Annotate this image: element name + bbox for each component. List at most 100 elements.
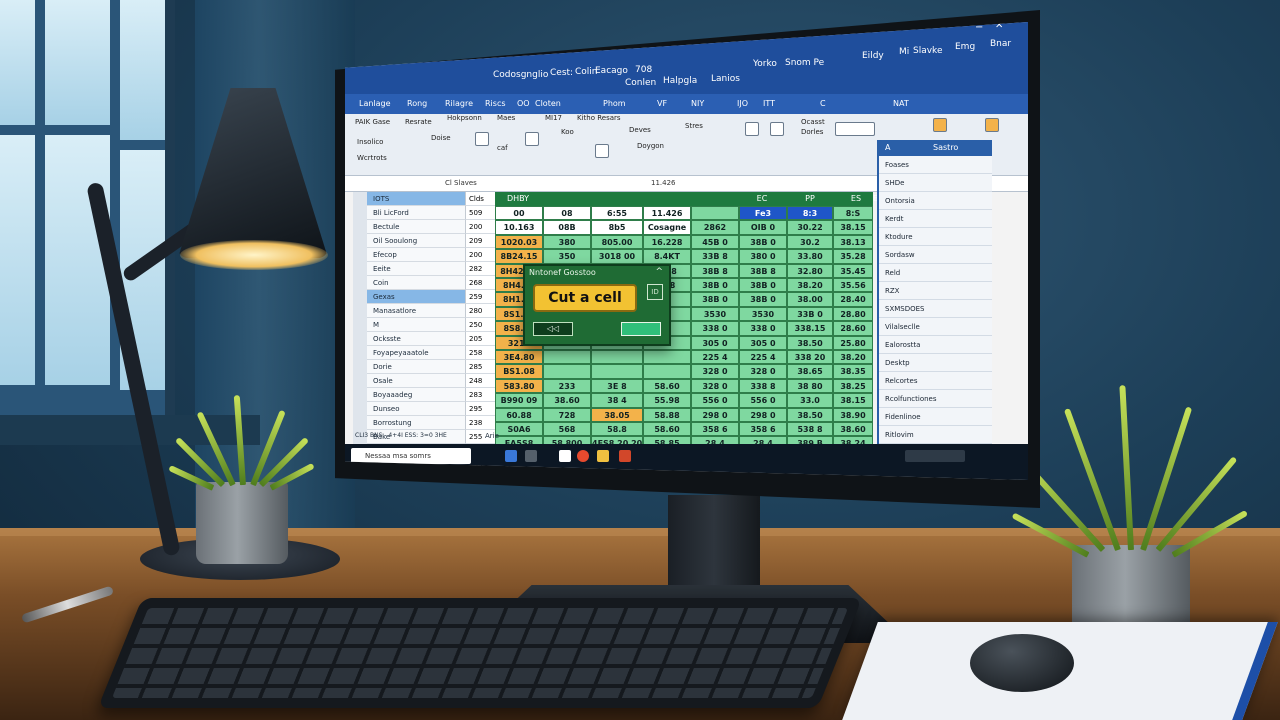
side-panel-item[interactable]: SHDe [879, 174, 992, 192]
name-cell[interactable]: Dunseo [367, 402, 465, 416]
side-panel-item[interactable]: SXMSDOES [879, 300, 992, 318]
data-cell[interactable]: 358 6 [739, 422, 787, 437]
data-cell[interactable]: 25.80 [833, 335, 873, 350]
data-cell[interactable]: 3530 [691, 306, 739, 322]
name-cell[interactable]: Bectule [367, 220, 465, 234]
side-panel-item[interactable]: RZX [879, 282, 992, 300]
data-cell[interactable]: Fe3 [739, 206, 787, 221]
data-cell[interactable]: 38.15 [833, 393, 873, 408]
data-cell[interactable]: 583.80 [495, 378, 543, 394]
column-header[interactable] [691, 192, 737, 206]
number-cell[interactable]: 258 [465, 346, 495, 360]
data-cell[interactable]: 58.8 [591, 422, 643, 437]
number-cell[interactable]: Clds [465, 192, 495, 206]
number-cell[interactable]: 200 [465, 248, 495, 262]
ribbon-tab[interactable]: NAT [893, 99, 909, 108]
ribbon-tab[interactable]: ITT [763, 99, 775, 108]
format-icon[interactable] [595, 144, 609, 158]
column-header[interactable] [591, 192, 637, 206]
data-cell[interactable]: 35.28 [833, 249, 873, 264]
data-cell[interactable]: 38.65 [787, 364, 833, 379]
ribbon-tab[interactable]: Cloten [535, 99, 561, 108]
data-cell[interactable]: 58.60 [643, 422, 691, 437]
number-cell[interactable]: 200 [465, 220, 495, 234]
data-cell[interactable]: BS1.08 [495, 364, 543, 379]
column-header[interactable]: EC [739, 192, 785, 206]
dialog-back-button[interactable]: ◁◁ [533, 322, 573, 336]
explorer-icon[interactable] [597, 450, 609, 462]
data-cell[interactable]: B990 09 [495, 393, 543, 408]
taskbar-search[interactable]: Nessaa msa somrs [351, 448, 471, 464]
data-cell[interactable]: 6:55 [591, 206, 643, 221]
data-cell[interactable]: 38.50 [787, 407, 833, 422]
formula-input[interactable]: 11.426 [651, 179, 676, 187]
data-cell[interactable]: 225 4 [691, 350, 739, 365]
side-panel-item[interactable]: Desktp [879, 354, 992, 372]
data-cell[interactable]: 338 20 [787, 350, 833, 365]
data-cell[interactable]: 38B 0 [739, 278, 787, 293]
data-cell[interactable]: 28.40 [833, 292, 873, 307]
number-cell[interactable]: 205 [465, 332, 495, 346]
data-cell[interactable] [543, 350, 591, 365]
data-cell[interactable]: 225 4 [739, 350, 787, 365]
data-cell[interactable]: 305 0 [739, 335, 787, 350]
data-cell[interactable]: 33B 0 [787, 306, 833, 322]
data-cell[interactable]: 60.88 [495, 407, 543, 422]
data-cell[interactable]: 38.00 [787, 292, 833, 307]
data-cell[interactable]: 338 0 [739, 321, 787, 336]
ribbon-tab[interactable]: VF [657, 99, 667, 108]
align-icon[interactable] [525, 132, 539, 146]
data-cell[interactable]: 2862 [691, 220, 739, 235]
data-cell[interactable]: 55.98 [643, 393, 691, 408]
side-panel-item[interactable]: Reld [879, 264, 992, 282]
name-cell[interactable]: M [367, 318, 465, 332]
data-cell[interactable]: 380 0 [739, 249, 787, 264]
data-cell[interactable]: 38B 8 [691, 263, 739, 278]
ribbon-tab[interactable]: Riscs [485, 99, 506, 108]
paint-icon[interactable] [933, 118, 947, 132]
data-cell[interactable]: S0A6 [495, 422, 543, 437]
data-cell[interactable]: 28.60 [833, 321, 873, 336]
number-cell[interactable]: 248 [465, 374, 495, 388]
data-cell[interactable] [543, 364, 591, 379]
name-cell[interactable]: Boyaaadeg [367, 388, 465, 402]
side-panel-item[interactable]: Relcortes [879, 372, 992, 390]
data-cell[interactable]: 38.20 [787, 278, 833, 293]
data-cell[interactable]: 38.15 [833, 220, 873, 235]
data-cell[interactable]: 338 8 [739, 378, 787, 394]
data-cell[interactable]: 38.25 [833, 378, 873, 394]
number-cell[interactable]: 295 [465, 402, 495, 416]
number-cell[interactable]: 209 [465, 234, 495, 248]
bold-icon[interactable] [475, 132, 489, 146]
name-cell[interactable]: IOTS [367, 192, 465, 206]
data-cell[interactable]: 38B 0 [739, 234, 787, 250]
data-cell[interactable]: 30.22 [787, 220, 833, 235]
side-panel-item[interactable]: Kerdt [879, 210, 992, 228]
data-cell[interactable]: 38B 8 [739, 263, 787, 278]
name-cell[interactable]: Foyapeyaaatole [367, 346, 465, 360]
number-cell[interactable]: 250 [465, 318, 495, 332]
column-header[interactable] [643, 192, 689, 206]
number-cell[interactable]: 282 [465, 262, 495, 276]
dialog-confirm-button[interactable] [621, 322, 661, 336]
data-cell[interactable]: 45B 0 [691, 234, 739, 250]
side-panel-item[interactable]: Vilalseclle [879, 318, 992, 336]
side-panel-item[interactable]: Fidenlinoe [879, 408, 992, 426]
data-cell[interactable]: 8b5 [591, 220, 643, 235]
data-cell[interactable]: 38.50 [787, 335, 833, 350]
number-cell[interactable]: 509 [465, 206, 495, 220]
data-cell[interactable] [691, 206, 739, 221]
name-cell[interactable]: Dorie [367, 360, 465, 374]
data-cell[interactable]: 11.426 [643, 206, 691, 221]
data-cell[interactable] [643, 350, 691, 365]
data-cell[interactable]: 380 [543, 234, 591, 250]
ribbon-tab[interactable]: IJO [737, 99, 748, 108]
ribbon-tab[interactable]: Phom [603, 99, 626, 108]
data-cell[interactable]: 58.88 [643, 407, 691, 422]
data-cell[interactable]: 556 0 [739, 393, 787, 408]
ribbon-tab[interactable]: Lanlage [359, 99, 391, 108]
name-cell[interactable]: Borrostung [367, 416, 465, 430]
taskview-icon[interactable] [525, 450, 537, 462]
data-cell[interactable]: 338.15 [787, 321, 833, 336]
number-cell[interactable]: 285 [465, 360, 495, 374]
